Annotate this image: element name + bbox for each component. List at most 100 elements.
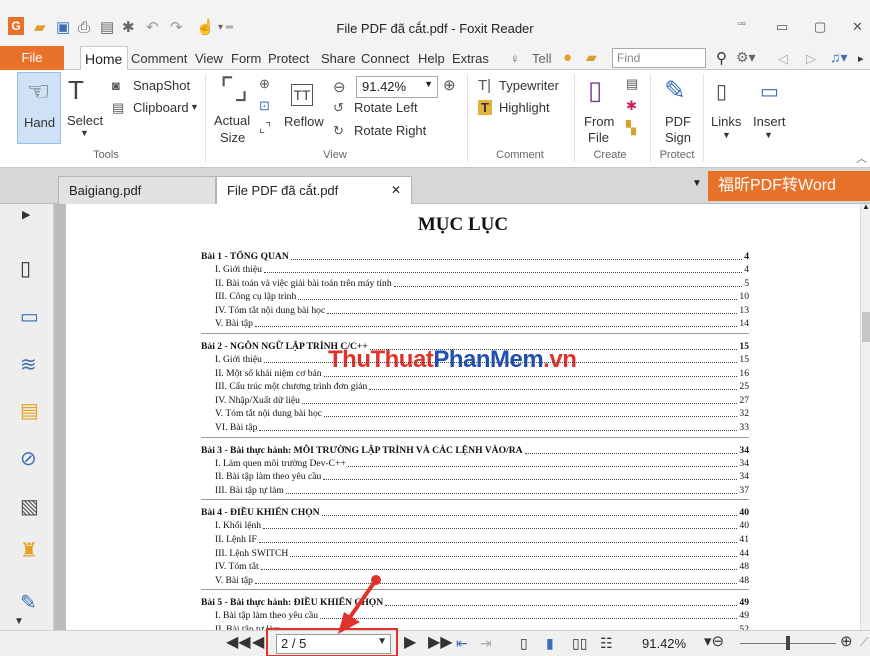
- find-folder-icon[interactable]: ▰: [586, 49, 597, 66]
- minimize-button[interactable]: ▭: [776, 19, 788, 35]
- previous-page-icon[interactable]: ◀: [252, 634, 264, 652]
- expand-panel-icon[interactable]: ▶: [22, 208, 30, 221]
- zoom-out-status-icon[interactable]: ▾⊖: [704, 633, 724, 651]
- tab-home[interactable]: Home: [80, 46, 129, 71]
- insert-button[interactable]: Insert: [753, 114, 786, 129]
- facing-page-icon[interactable]: ▯▯: [572, 634, 587, 652]
- search-icon[interactable]: ⚲: [716, 49, 727, 67]
- comments-icon[interactable]: ▤: [20, 398, 39, 423]
- toc-section-row[interactable]: Bài 1 - TỔNG QUAN 4: [201, 250, 749, 263]
- select-dropdown-arrow-icon[interactable]: ▼: [80, 128, 89, 138]
- toc-item-row[interactable]: II. Một số khái niệm cơ bản 16: [201, 367, 749, 380]
- zoom-select[interactable]: 91.42% ▼: [356, 76, 438, 98]
- toc-item-row[interactable]: VI. Bài tập 33: [201, 421, 749, 434]
- continuous-page-icon[interactable]: ▮: [546, 634, 554, 652]
- ribbon-options-icon[interactable]: ▸: [858, 52, 864, 65]
- toc-item-row[interactable]: III. Bài tập tự làm 37: [201, 484, 749, 497]
- zoom-in-icon[interactable]: ⊕: [443, 76, 456, 94]
- tab-form[interactable]: Form: [231, 51, 261, 66]
- snapshot-button[interactable]: SnapShot: [133, 78, 190, 93]
- scroll-up-icon[interactable]: ▲: [862, 202, 870, 211]
- vertical-scrollbar[interactable]: ▲: [860, 202, 870, 630]
- next-page-icon[interactable]: ▶: [404, 634, 416, 652]
- select-button[interactable]: Select: [67, 113, 103, 128]
- tab-extras[interactable]: Extras: [452, 51, 489, 66]
- zoom-slider-thumb[interactable]: [786, 636, 790, 650]
- document-view[interactable]: MỤC LỤC ThuThuatPhanMem.vn Bài 1 - TỔNG …: [54, 204, 860, 630]
- toc-item-row[interactable]: I. Khối lệnh 40: [201, 519, 749, 532]
- sign-tools-icon[interactable]: ✎: [20, 590, 37, 615]
- actual-size-label-1[interactable]: Actual: [214, 113, 250, 128]
- toc-item-row[interactable]: IV. Nhập/Xuất dữ liệu 27: [201, 394, 749, 407]
- tab-share[interactable]: Share: [321, 51, 356, 66]
- toc-item-row[interactable]: III. Công cụ lập trình 10: [201, 290, 749, 303]
- scan-icon[interactable]: ▤: [626, 76, 638, 92]
- toc-item-row[interactable]: III. Cấu trúc một chương trình đơn giản 2…: [201, 380, 749, 393]
- maximize-button[interactable]: ▢: [814, 19, 826, 35]
- from-file-label-1[interactable]: From: [584, 114, 614, 129]
- toc-item-row[interactable]: I. Giới thiệu 15: [201, 353, 749, 366]
- toc-item-row[interactable]: I. Giới thiệu 4: [201, 263, 749, 276]
- pages-icon[interactable]: ▯: [20, 256, 31, 281]
- toc-item-row[interactable]: V. Bài tập 48: [201, 574, 749, 587]
- pdf-sign-label-2[interactable]: Sign: [665, 130, 691, 145]
- signature-panel-icon[interactable]: ▧: [20, 494, 39, 519]
- toc-item-row[interactable]: V. Bài tập 14: [201, 317, 749, 330]
- toc-section-row[interactable]: Bài 3 - Bài thực hành: MÔI TRƯỜNG LẬP TR…: [201, 444, 749, 457]
- tab-list-dropdown-icon[interactable]: ▼: [692, 178, 702, 189]
- rotate-right-button[interactable]: Rotate Right: [354, 123, 426, 138]
- hand-button[interactable]: ☜ Hand: [17, 72, 61, 144]
- last-page-icon[interactable]: ▶▶: [428, 634, 453, 652]
- attachments-icon[interactable]: ⊘: [20, 446, 37, 471]
- fit-width-icon[interactable]: ⊡: [259, 98, 270, 114]
- doc-tab-file-pdf[interactable]: File PDF đã cắt.pdf ✕: [216, 176, 412, 205]
- toc-item-row[interactable]: V. Tóm tắt nội dung bài học 32: [201, 407, 749, 420]
- toc-item-row[interactable]: I. Bài tập làm theo yêu cầu 49: [201, 609, 749, 622]
- back-arrow-icon[interactable]: ◁: [778, 51, 788, 67]
- tab-connect[interactable]: Connect: [361, 51, 409, 66]
- tab-protect[interactable]: Protect: [268, 51, 309, 66]
- previous-view-icon[interactable]: ⇤: [456, 634, 468, 652]
- links-button[interactable]: Links: [711, 114, 741, 129]
- zoom-in-status-icon[interactable]: ⊕: [840, 633, 853, 651]
- toc-item-row[interactable]: IV. Tóm tắt 48: [201, 560, 749, 573]
- toc-section-row[interactable]: Bài 5 - Bài thực hành: ĐIỀU KHIỂN CHỌN 49: [201, 596, 749, 609]
- select-cursor-icon[interactable]: T: [68, 77, 84, 103]
- security-lock-icon[interactable]: ♜: [20, 538, 38, 563]
- zoom-out-icon[interactable]: ⊖: [333, 78, 346, 96]
- tab-comment[interactable]: Comment: [131, 51, 187, 66]
- layers-icon[interactable]: ≋: [20, 352, 37, 377]
- typewriter-button[interactable]: Typewriter: [499, 78, 559, 93]
- pdf-sign-label-1[interactable]: PDF: [665, 114, 691, 129]
- zoom-level[interactable]: 91.42%: [642, 636, 686, 651]
- insert-dropdown-icon[interactable]: ▼: [764, 130, 773, 140]
- first-page-icon[interactable]: ◀◀: [226, 634, 251, 652]
- fit-visible-icon[interactable]: ⌞⌝: [259, 120, 271, 136]
- reflow-button[interactable]: Reflow: [284, 114, 324, 129]
- tab-help[interactable]: Help: [418, 51, 445, 66]
- toc-item-row[interactable]: IV. Tóm tắt nội dung bài học 13: [201, 304, 749, 317]
- toc-item-row[interactable]: I. Làm quen môi trường Dev-C++ 34: [201, 457, 749, 470]
- single-page-icon[interactable]: ▯: [520, 634, 528, 652]
- feedback-icon[interactable]: ●: [563, 49, 572, 66]
- layout-icon[interactable]: ▫▫: [738, 18, 746, 30]
- page-number-input[interactable]: 2 / 5 ▼: [276, 634, 391, 654]
- toc-section-row[interactable]: Bài 2 - NGÔN NGỮ LẬP TRÌNH C/C++ 15: [201, 340, 749, 353]
- toc-item-row[interactable]: II. Bài toán và việc giải bài toán trên …: [201, 277, 749, 290]
- clipboard-create-icon[interactable]: ▚: [626, 120, 636, 136]
- toc-item-row[interactable]: II. Bài tập làm theo yêu cầu 34: [201, 470, 749, 483]
- page-thumbnails-icon[interactable]: ▭: [20, 304, 39, 329]
- promo-banner[interactable]: 福昕PDF转Word: [708, 171, 870, 201]
- fit-page-icon[interactable]: ⊕: [259, 76, 270, 92]
- doc-tab-baigiang[interactable]: Baigiang.pdf: [58, 176, 216, 204]
- highlight-button[interactable]: Highlight: [499, 100, 550, 115]
- toc-section-row[interactable]: Bài 4 - ĐIỀU KHIỂN CHỌN 40: [201, 506, 749, 519]
- blank-page-icon[interactable]: ✱: [626, 98, 637, 114]
- collapse-ribbon-icon[interactable]: ︿: [856, 150, 867, 166]
- forward-arrow-icon[interactable]: ▷: [806, 51, 816, 67]
- actual-size-label-2[interactable]: Size: [220, 130, 245, 145]
- rotate-left-button[interactable]: Rotate Left: [354, 100, 418, 115]
- scrollbar-thumb[interactable]: [862, 312, 870, 342]
- scroll-down-icon[interactable]: ▼: [14, 616, 24, 627]
- toc-item-row[interactable]: II. Lệnh IF 41: [201, 533, 749, 546]
